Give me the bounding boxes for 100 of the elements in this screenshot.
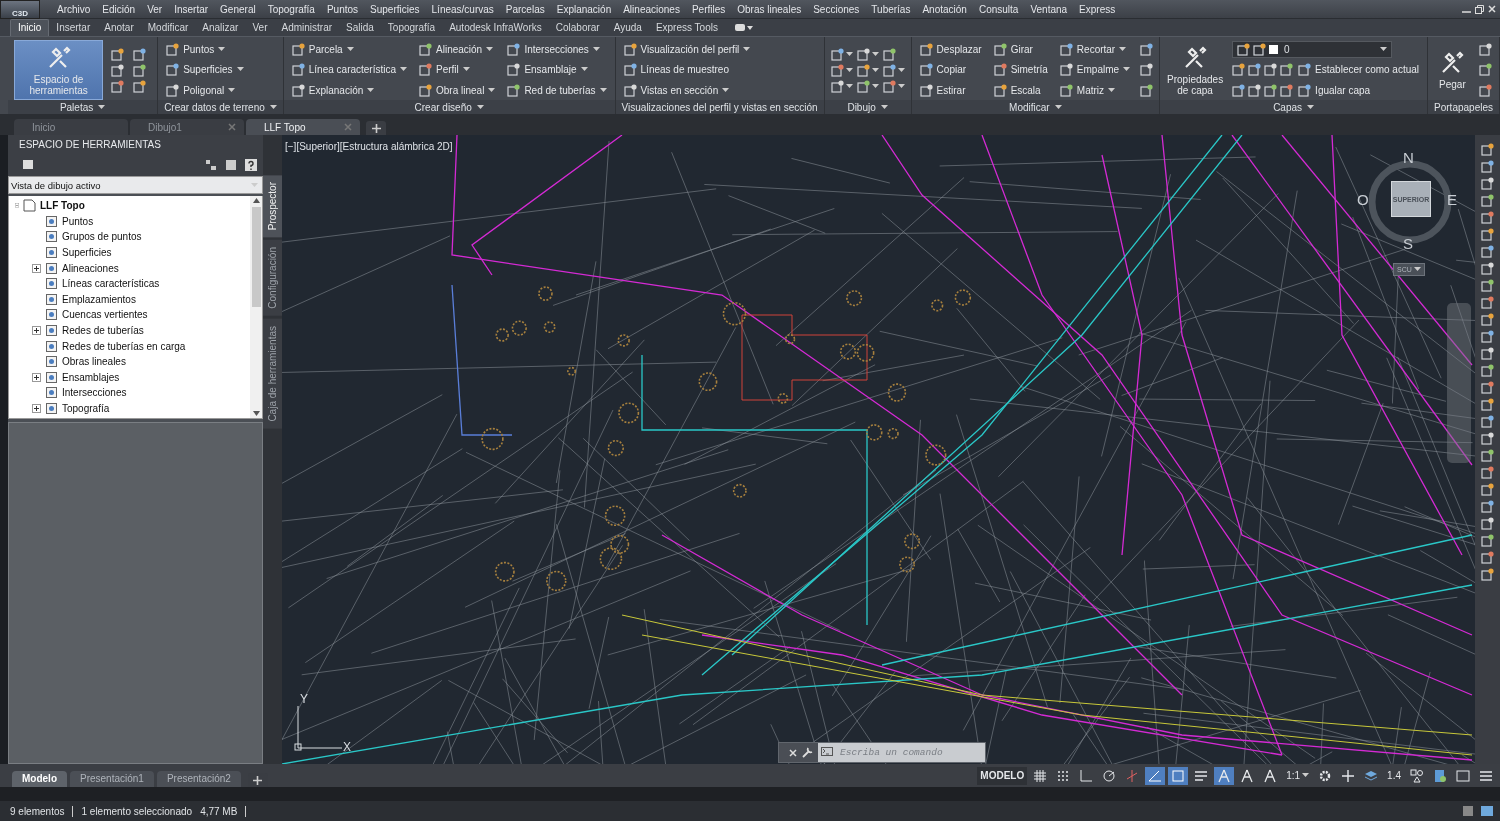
expand-icon[interactable] [32,326,41,336]
tree-item[interactable]: Topografía [62,403,110,414]
expand-icon[interactable] [32,263,41,273]
plus-icon[interactable] [371,123,381,133]
layout-tab[interactable]: Modelo [12,771,67,787]
ribbon-tab[interactable]: Topografía [380,20,443,36]
figure-icon[interactable] [1263,768,1278,783]
plus-icon[interactable] [253,775,263,785]
scroll-up-icon[interactable] [252,198,260,203]
side-tab[interactable]: Caja de herramientas [263,319,282,429]
angle-circle-icon[interactable] [1102,768,1117,783]
figure-icon[interactable] [1240,768,1255,783]
ribbon-tab[interactable]: Salida [339,20,381,36]
ribbon-tab[interactable]: Inicio [10,19,50,36]
model-button[interactable]: MODELO [977,766,1028,785]
menu-item[interactable]: Edición [97,3,143,15]
tool-button[interactable]: Poligonal [164,81,246,100]
layer-dropdown[interactable]: 0 [1232,40,1393,58]
menu-item[interactable]: Puntos [321,3,366,15]
tree-icon[interactable] [205,159,217,171]
tool-button[interactable]: Visualización del perfil [621,40,753,59]
document-icon[interactable] [1433,768,1447,783]
tool-button[interactable]: Estirar [917,81,984,100]
menu-item[interactable]: Archivo [52,3,98,15]
axes-icon[interactable] [1125,768,1140,783]
menu-item[interactable]: General [215,3,263,15]
menu-icon[interactable] [1479,768,1493,783]
menu-item[interactable]: Alineaciones [618,3,687,15]
view-dropdown[interactable]: Vista de dibujo activo [8,176,263,194]
tool-button[interactable]: Vistas en sección [621,81,753,100]
tool-button[interactable]: Igualar capa [1296,81,1373,100]
compass-label[interactable]: O [1357,191,1369,208]
menu-item[interactable]: Consulta [973,3,1026,15]
menu-item[interactable]: Insertar [169,3,216,15]
menu-item[interactable]: Líneas/curvas [426,3,501,15]
expand-icon[interactable] [32,404,41,413]
menu-item[interactable]: Ver [142,3,170,15]
tree-item[interactable]: Redes de tuberías [62,325,144,337]
tool-button[interactable]: Empalme [1057,61,1133,79]
ribbon-tab[interactable]: Ayuda [606,20,649,36]
document-tab[interactable]: Dibujo1 [130,119,244,135]
menu-item[interactable]: Secciones [808,3,867,15]
tool-button[interactable]: Alineación [417,40,498,59]
menu-item[interactable]: Ventana [1025,3,1075,15]
tool-button[interactable]: Escala [991,81,1050,100]
lines-icon[interactable] [1194,768,1209,783]
tree-item[interactable]: LLF Topo [40,200,85,212]
tool-button[interactable]: Simetría [991,61,1050,79]
tree-item[interactable]: Cuencas vertientes [62,309,148,321]
ribbon-tab[interactable]: Express Tools [648,20,725,36]
right-angle-icon[interactable] [1079,768,1094,783]
settings-icon[interactable] [1318,768,1333,783]
tree-item[interactable]: Alineaciones [62,262,119,274]
app-logo[interactable]: C3D [0,0,40,19]
side-tab[interactable]: Prospector [263,175,282,238]
grid-icon[interactable] [1033,768,1048,783]
scale-button[interactable]: 1:1 [1283,766,1313,785]
tool-button[interactable]: Ensamblaje [505,61,609,79]
tool-button[interactable]: Explanación [289,81,410,100]
tree-item[interactable]: Ensamblajes [62,371,120,383]
window-icon[interactable] [1480,805,1494,817]
tool-button[interactable]: Girar [991,40,1050,59]
tool-button[interactable]: Red de tuberías [505,81,609,100]
tree-item[interactable]: Superficies [62,247,112,259]
window-icon[interactable] [225,159,237,171]
ribbon-button[interactable]: Espacio de herramientas [14,40,104,100]
window-icon[interactable] [22,159,34,171]
tool-button[interactable]: Puntos [164,40,246,59]
tool-button[interactable]: Establecer como actual [1296,60,1422,79]
tool-button[interactable]: Superficies [164,61,246,79]
compass-label[interactable]: N [1403,149,1414,166]
document-tab[interactable]: LLF Topo [246,119,360,135]
ribbon-tab[interactable]: Analizar [195,20,246,36]
angle-icon[interactable] [1148,768,1163,783]
ribbon-tab[interactable]: Colaborar [548,20,607,36]
panel-icon[interactable] [1462,805,1474,817]
plus-icon[interactable] [1341,768,1356,783]
layout-tab[interactable]: Presentación2 [156,771,241,787]
precision-button[interactable]: 1.4 [1384,766,1404,785]
tool-button[interactable]: Copiar [917,61,984,79]
side-tab[interactable]: Configuración [263,240,282,317]
ribbon-tab[interactable]: Modificar [140,20,196,36]
help-icon[interactable] [245,159,257,171]
ribbon-button[interactable]: Pegar [1434,40,1471,100]
tree-item[interactable]: Grupos de puntos [62,231,142,243]
ribbon-tab[interactable]: Ver [245,20,275,36]
compass-label[interactable]: E [1447,191,1457,208]
expand-icon[interactable] [32,372,41,382]
dots-icon[interactable] [1056,768,1071,783]
menu-item[interactable]: Obras lineales [732,3,809,15]
document-tab[interactable]: Inicio [14,119,128,135]
tool-button[interactable]: Parcela [289,40,410,59]
menu-item[interactable]: Topografía [262,3,322,15]
ribbon-tab[interactable]: Insertar [49,20,98,36]
ribbon-tab[interactable]: Administrar [274,20,340,36]
ribbon-tab[interactable]: Anotar [97,20,141,36]
viewport-label[interactable]: [−][Superior][Estructura alámbrica 2D] [285,141,453,152]
tool-button[interactable]: Líneas de muestreo [621,61,753,79]
tool-button[interactable]: Intersecciones [505,40,609,59]
menu-item[interactable]: Perfiles [686,3,733,15]
